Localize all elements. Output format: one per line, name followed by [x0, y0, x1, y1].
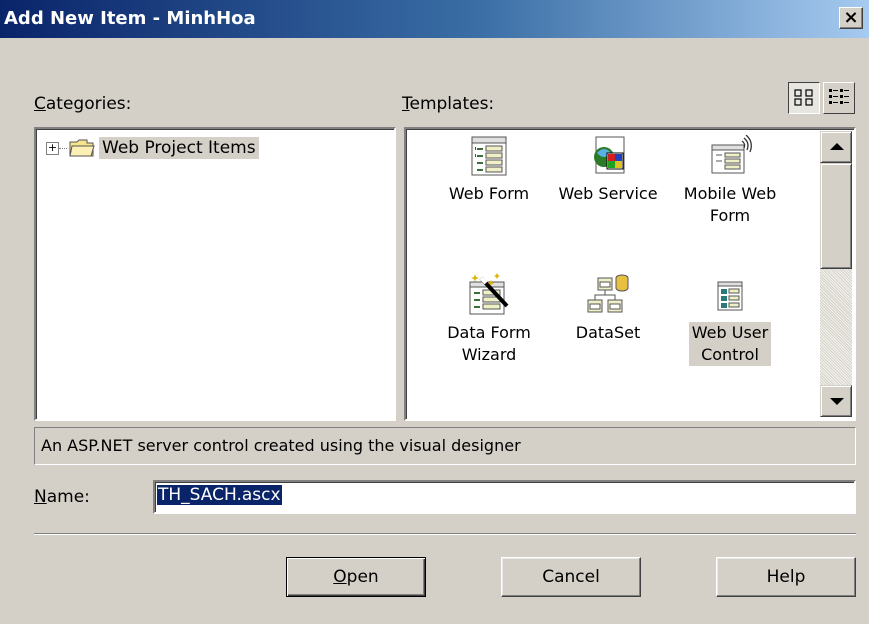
template-web-form[interactable]: Web Form [428, 135, 550, 205]
open-button[interactable]: Open [286, 557, 426, 597]
template-label: DataSet [575, 323, 641, 342]
template-label-line1: Mobile Web [683, 184, 777, 203]
template-web-user-control[interactable]: Web User Control [669, 272, 791, 366]
title-bar[interactable]: Add New Item - MinhHoa × [0, 0, 869, 38]
help-button[interactable]: Help [716, 557, 856, 597]
close-icon: × [843, 7, 859, 28]
template-dataset[interactable]: DataSet [547, 272, 669, 344]
template-web-service[interactable]: Web Service [547, 135, 669, 205]
name-label: Name: [34, 487, 90, 507]
template-label-line2: Control [701, 345, 759, 364]
templates-label-accel: T [402, 94, 410, 114]
name-input-value: TH_SACH.ascx [157, 485, 282, 505]
tree-item-label: Web Project Items [99, 137, 259, 159]
template-label: Data Form Wizard [444, 322, 534, 366]
scroll-thumb[interactable] [820, 163, 852, 269]
dataset-icon [587, 274, 629, 313]
template-description: An ASP.NET server control created using … [34, 427, 856, 465]
name-label-rest: ame: [46, 487, 90, 507]
categories-label: Categories: [34, 94, 131, 114]
tree-connector [59, 147, 67, 149]
large-icons-view-icon [794, 89, 813, 106]
template-mobile-web-form[interactable]: Mobile Web Form [669, 135, 791, 227]
arrow-down-icon [830, 398, 844, 405]
cancel-button[interactable]: Cancel [501, 557, 641, 597]
mobile-web-form-icon [711, 135, 752, 174]
open-button-rest: pen [346, 567, 379, 587]
template-label: Web User Control [688, 322, 772, 366]
scroll-down-button[interactable] [820, 385, 852, 417]
arrow-up-icon [830, 143, 844, 150]
web-user-control-icon [717, 281, 743, 311]
categories-tree[interactable]: + Web Project Items [34, 127, 396, 421]
template-data-form-wizard[interactable]: Data Form Wizard [428, 272, 550, 366]
add-new-item-dialog: Add New Item - MinhHoa × Categories: Tem… [0, 0, 869, 624]
templates-label-rest: emplates: [409, 94, 495, 114]
scroll-up-button[interactable] [820, 131, 852, 163]
template-label: Mobile Web Form [681, 183, 779, 227]
categories-label-accel: C [34, 94, 46, 114]
folder-icon [69, 139, 95, 157]
large-icons-view-button[interactable] [788, 82, 820, 114]
template-label-line2: Wizard [461, 345, 517, 364]
name-input[interactable]: TH_SACH.ascx [153, 480, 856, 514]
expand-icon[interactable]: + [46, 141, 59, 155]
name-label-accel: N [34, 487, 47, 507]
templates-label: Templates: [402, 94, 494, 114]
templates-scrollbar[interactable] [820, 131, 852, 417]
open-button-accel: O [333, 567, 347, 587]
template-label-line2: Form [709, 206, 751, 225]
web-form-icon [471, 136, 507, 176]
window-title: Add New Item - MinhHoa [4, 8, 256, 29]
web-service-icon [594, 136, 625, 174]
template-label-line1: Web User [691, 323, 769, 342]
small-icons-view-icon [829, 89, 849, 104]
template-label: Web Service [558, 184, 658, 203]
separator [34, 533, 856, 535]
categories-label-rest: ategories: [45, 94, 132, 114]
data-form-wizard-icon [469, 273, 509, 315]
tree-item-web-project-items[interactable]: + Web Project Items [46, 137, 259, 159]
close-button[interactable]: × [839, 7, 863, 29]
templates-list[interactable]: Web Form Web Service Mobile Web Form Dat… [404, 127, 856, 421]
template-label-line1: Data Form [447, 323, 531, 342]
template-label: Web Form [448, 184, 530, 203]
small-icons-view-button[interactable] [823, 82, 855, 114]
